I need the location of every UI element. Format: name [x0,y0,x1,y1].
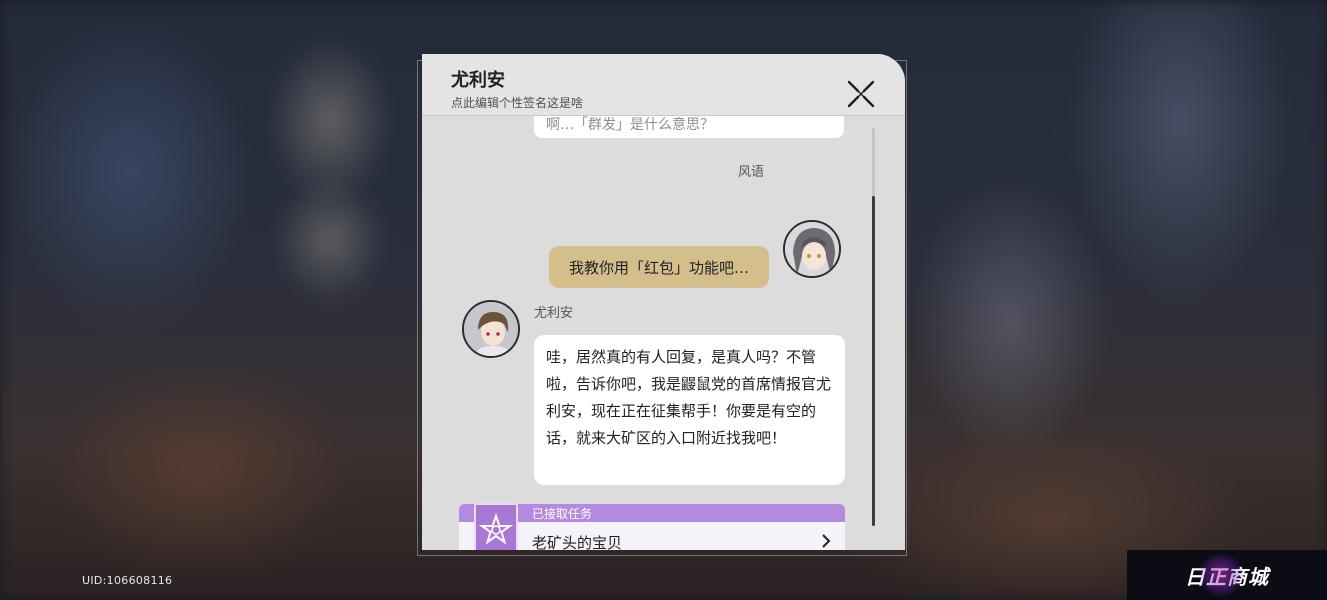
chat-dialog: 尤利安 点此编辑个性签名这是啥 啊…「群发」是什么意思？ 风语 我教你用「红包」… [422,54,905,550]
quest-star-icon [474,503,518,550]
message-bubble-self: 我教你用「红包」功能吧… [549,246,769,288]
close-x-icon [847,80,875,108]
message-text: 啊…「群发」是什么意思？ [546,117,714,133]
avatar-fengyu-portrait [785,222,839,276]
accepted-quest-card[interactable]: 已接取任务 老矿头的宝贝 [459,503,845,550]
message-text: 哇，居然真的有人回复，是真人吗？不管啦，告诉你吧，我是鼹鼠党的首席情报官尤利安，… [546,348,832,447]
chat-scrollbar-thumb[interactable] [872,196,875,526]
message-bubble-youlian: 哇，居然真的有人回复，是真人吗？不管啦，告诉你吧，我是鼹鼠党的首席情报官尤利安，… [534,335,845,485]
avatar-youlian-portrait [464,302,518,356]
close-button[interactable] [846,79,876,109]
message-bubble-partial: 啊…「群发」是什么意思？ [534,116,844,138]
signature-text[interactable]: 点此编辑个性签名这是啥 [451,94,583,111]
dialog-header: 尤利安 点此编辑个性签名这是啥 [422,54,905,116]
message-text: 我教你用「红包」功能吧… [568,258,749,277]
contact-name: 尤利安 [451,70,505,91]
chat-scroll-area[interactable]: 啊…「群发」是什么意思？ 风语 我教你用「红包」功能吧… 尤利安 哇，居然真的有… [422,116,905,550]
avatar-youlian[interactable] [462,300,520,358]
chevron-right-icon [822,534,831,548]
sender-name-self: 风语 [738,165,765,180]
uid-label: UID:106608116 [82,574,173,587]
sender-name-youlian: 尤利安 [534,306,574,321]
watermark-logo-glow [1198,552,1244,598]
quest-status-label: 已接取任务 [532,507,593,521]
avatar-fengyu[interactable] [783,220,841,278]
quest-title: 老矿头的宝贝 [532,534,623,550]
